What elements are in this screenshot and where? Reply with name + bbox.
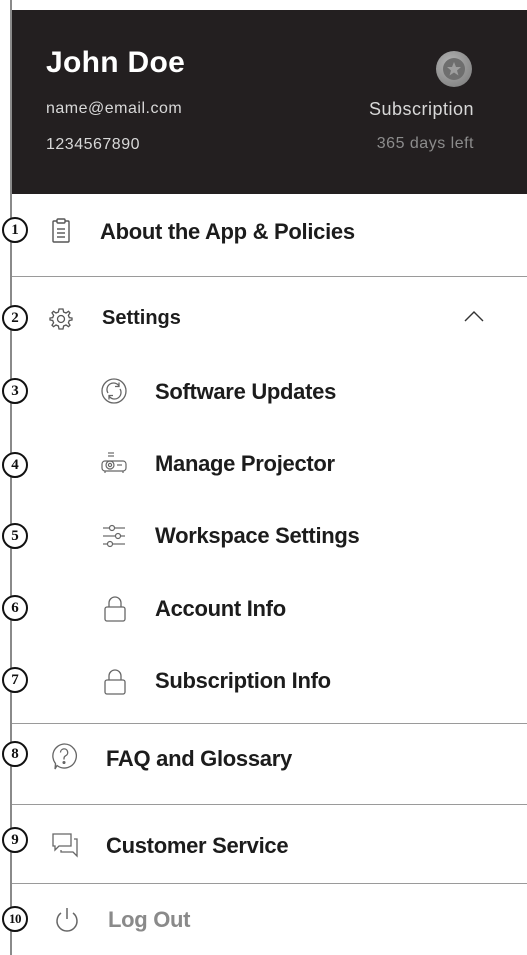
chevron-up-icon[interactable] [462,306,486,326]
menu-item-label: FAQ and Glossary [106,746,292,771]
user-phone: 1234567890 [46,136,140,153]
menu-item-settings[interactable]: Settings [12,290,527,348]
menu-item-label: Workspace Settings [155,523,360,548]
menu-item-label: Subscription Info [155,668,331,693]
subscription-days-left: 365 days left [376,135,474,152]
sliders-icon [99,521,129,551]
menu-item-label: Account Info [155,596,286,621]
menu-item-label: Manage Projector [155,451,335,476]
gear-icon [46,304,76,334]
subscription-star-icon[interactable] [436,51,472,87]
chat-icon [50,830,80,860]
menu-item-faq[interactable]: FAQ and Glossary [12,724,527,804]
user-name: John Doe [46,46,186,79]
projector-icon [99,448,129,478]
lock-icon [100,593,130,623]
profile-header: John Doe name@email.com 1234567890 Subsc… [12,10,527,194]
menu-item-subscription-info[interactable]: Subscription Info [12,648,527,714]
menu-item-logout[interactable]: Log Out [12,884,527,955]
menu-item-label: Software Updates [155,379,337,404]
refresh-icon [99,376,129,406]
menu-item-workspace-settings[interactable]: Workspace Settings [12,505,527,567]
menu-item-software-updates[interactable]: Software Updates [12,358,527,422]
divider [12,276,527,277]
subscription-label[interactable]: Subscription [369,99,474,120]
power-icon [52,905,82,935]
menu-item-label: Customer Service [106,833,289,858]
menu-item-label: About the App & Policies [100,219,355,244]
user-email: name@email.com [46,100,183,117]
question-icon [49,741,79,771]
menu-item-label: Settings [102,307,181,329]
menu-item-label: Log Out [108,907,191,932]
menu-item-manage-projector[interactable]: Manage Projector [12,432,527,496]
clipboard-icon [46,216,76,246]
lock-icon [100,666,130,696]
menu-item-about[interactable]: About the App & Policies [12,196,527,276]
menu-item-customer-service[interactable]: Customer Service [12,805,527,883]
menu-item-account-info[interactable]: Account Info [12,576,527,640]
